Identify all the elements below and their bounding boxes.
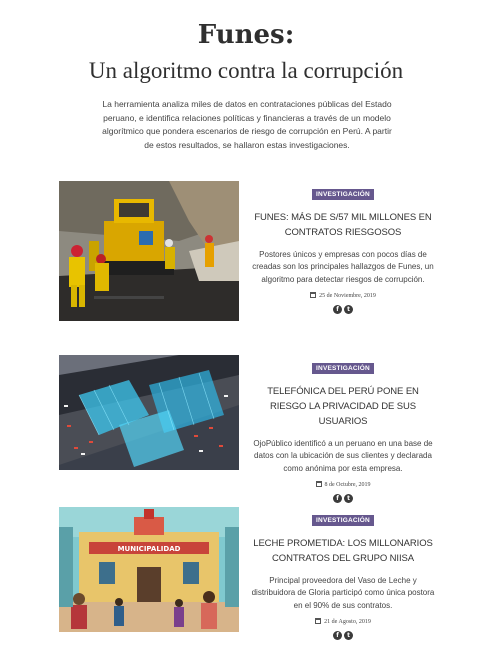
category-badge[interactable]: INVESTIGACIÓN	[312, 515, 374, 526]
twitter-icon[interactable]: t	[344, 493, 353, 503]
share-buttons: f t	[251, 304, 435, 314]
page-subtitle: Un algoritmo contra la corrupción	[88, 58, 404, 83]
article-card: INVESTIGACIÓN FUNES: MÁS DE S/57 MIL MIL…	[59, 181, 435, 323]
category-badge[interactable]: INVESTIGACIÓN	[312, 363, 374, 374]
calendar-icon	[315, 480, 322, 487]
article-date-text: 8 de Octubre, 2019	[324, 481, 371, 488]
article-summary: OjoPúblico identificó a un peruano en un…	[253, 439, 433, 473]
article-headline[interactable]: TELEFÓNICA DEL PERÚ PONE EN RIESGO LA PR…	[251, 384, 435, 429]
article-image[interactable]: MUNICIPALIDAD	[59, 507, 239, 647]
intro-paragraph: La herramienta analiza miles de datos en…	[102, 99, 392, 150]
share-buttons: f t	[251, 630, 435, 640]
category-badge[interactable]: INVESTIGACIÓN	[312, 189, 374, 200]
share-buttons: f t	[251, 493, 435, 503]
article-card: INVESTIGACIÓN TELEFÓNICA DEL PERÚ PONE E…	[59, 355, 435, 503]
article-summary: Postores únicos y empresas con pocos día…	[252, 250, 434, 284]
article-date: 8 de Octubre, 2019	[251, 480, 435, 488]
article-date: 25 de Noviembre, 2019	[251, 291, 435, 299]
facebook-icon[interactable]: f	[333, 630, 342, 640]
facebook-icon[interactable]: f	[333, 493, 342, 503]
calendar-icon	[315, 617, 322, 624]
article-image[interactable]	[59, 181, 239, 321]
facebook-icon[interactable]: f	[333, 304, 342, 314]
article-date-text: 21 de Agosto, 2019	[324, 618, 371, 625]
article-summary: Principal proveedora del Vaso de Leche y…	[251, 576, 435, 610]
article-card: MUNICIPALIDAD INVESTIGACIÓN LECHE PROMET…	[59, 507, 435, 647]
article-headline[interactable]: LECHE PROMETIDA: LOS MILLONARIOS CONTRAT…	[251, 536, 435, 566]
article-date-text: 25 de Noviembre, 2019	[319, 292, 376, 299]
calendar-icon	[310, 291, 317, 298]
page-title: Funes:	[197, 20, 295, 50]
article-image[interactable]	[59, 355, 239, 495]
municipalidad-sign: MUNICIPALIDAD	[118, 545, 181, 553]
article-headline[interactable]: FUNES: MÁS DE S/57 MIL MILLONES EN CONTR…	[251, 210, 435, 240]
article-date: 21 de Agosto, 2019	[251, 617, 435, 625]
twitter-icon[interactable]: t	[344, 630, 353, 640]
twitter-icon[interactable]: t	[344, 304, 353, 314]
